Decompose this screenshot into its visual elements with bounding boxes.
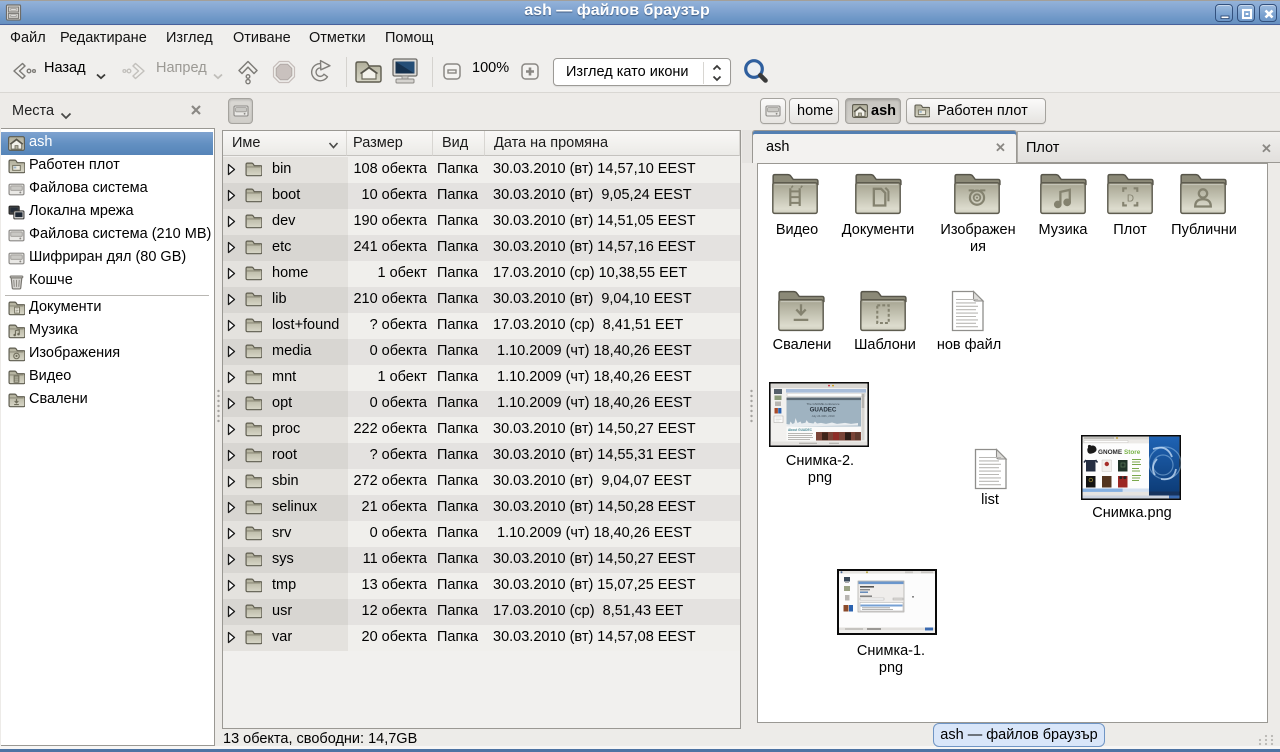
svg-text:GUADEC: GUADEC [810,407,837,414]
svg-text:D: D [1127,193,1134,204]
svg-text:July 24-30th, 2010: July 24-30th, 2010 [811,414,834,418]
svg-text:About GUADEC: About GUADEC [788,428,813,432]
svg-text:Store: Store [1124,449,1141,456]
svg-text:GNOME: GNOME [1098,449,1123,456]
svg-text:The GNOME conference: The GNOME conference [806,402,839,406]
